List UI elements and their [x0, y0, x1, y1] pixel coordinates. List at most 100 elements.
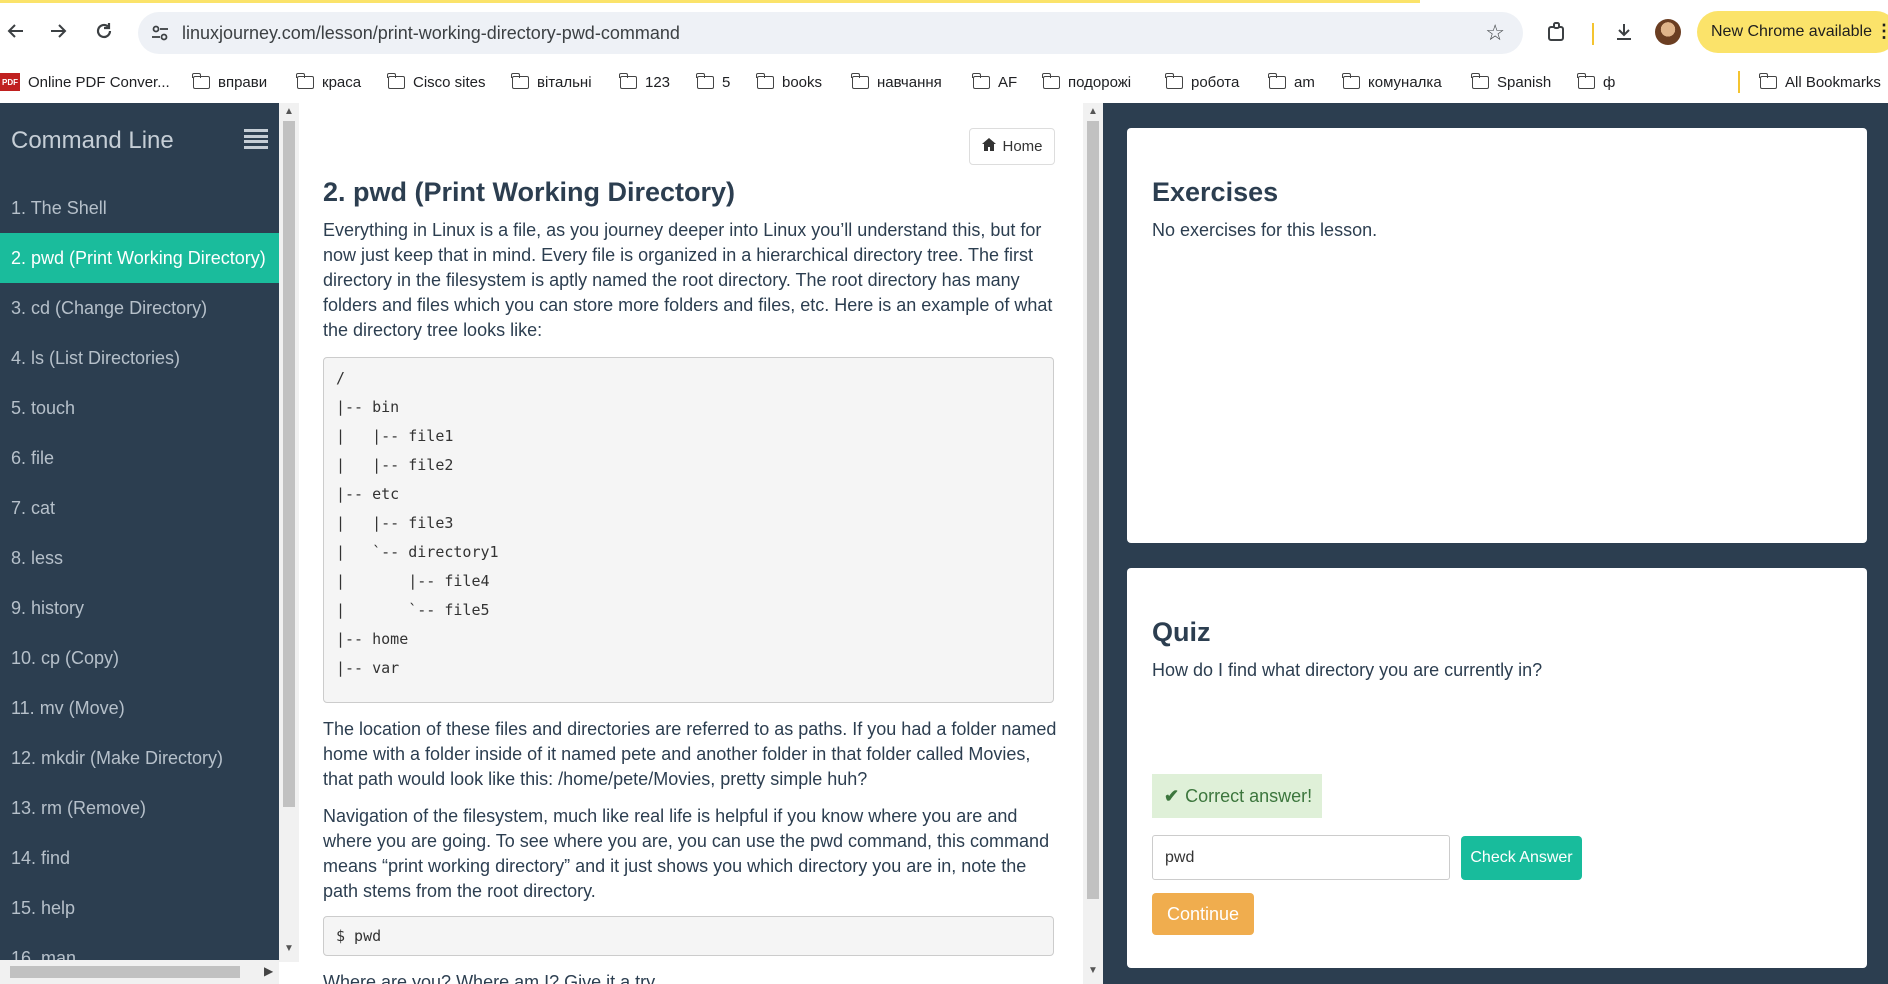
hamburger-menu-icon[interactable] [244, 129, 268, 151]
bookmark-item[interactable]: books [756, 71, 822, 93]
lesson-paths-text: The location of these files and director… [323, 719, 1057, 789]
exercises-title: Exercises [1152, 177, 1279, 207]
bookmark-item[interactable]: вітальні [511, 71, 592, 93]
sidebar-item-ls[interactable]: 4. ls (List Directories) [0, 333, 279, 383]
bookmark-item[interactable]: вправи [192, 71, 267, 93]
sidebar-item-rm[interactable]: 13. rm (Remove) [0, 783, 279, 833]
folder-icon [192, 72, 210, 89]
exercises-text: No exercises for this lesson. [1152, 220, 1378, 240]
checkmark-icon: ✔ [1164, 785, 1180, 806]
sidebar-item-pwd[interactable]: 2. pwd (Print Working Directory) [0, 233, 279, 283]
lesson-content: Home 2. pwd (Print Working Directory) Ev… [299, 103, 1083, 984]
url-text[interactable]: linuxjourney.com/lesson/print-working-di… [182, 23, 680, 44]
lesson-nav-text: Navigation of the filesystem, much like … [323, 806, 1050, 901]
lesson-intro: Everything in Linux is a file, as you jo… [323, 220, 1053, 340]
sidebar-item-history[interactable]: 9. history [0, 583, 279, 633]
update-label: New Chrome available [1711, 23, 1872, 40]
address-bar[interactable]: linuxjourney.com/lesson/print-working-di… [138, 12, 1523, 54]
correct-answer-alert: ✔ Correct answer! [1152, 774, 1322, 818]
check-answer-button[interactable]: Check Answer [1461, 836, 1582, 880]
profile-avatar[interactable] [1655, 19, 1681, 45]
answer-input[interactable] [1152, 835, 1450, 880]
download-icon[interactable] [1609, 17, 1639, 47]
home-icon [981, 137, 997, 156]
directory-tree-code: / |-- bin | |-- file1 | |-- file2 |-- et… [323, 357, 1054, 703]
pdf-icon: PDF [0, 73, 20, 91]
exercises-card: Exercises No exercises for this lesson. [1127, 128, 1867, 543]
command-code: $ pwd [323, 916, 1054, 956]
sidebar-item-help[interactable]: 15. help [0, 883, 279, 933]
lesson-sidebar: Command Line 1. The Shell 2. pwd (Print … [0, 103, 279, 984]
sidebar-item-cat[interactable]: 7. cat [0, 483, 279, 533]
scrollbar-thumb[interactable] [10, 966, 240, 978]
bookmark-item[interactable]: подорожі [1042, 71, 1131, 93]
sidebar-item-cp[interactable]: 10. cp (Copy) [0, 633, 279, 683]
sidebar-item-less[interactable]: 8. less [0, 533, 279, 583]
bookmark-item[interactable]: комуналка [1342, 71, 1442, 93]
sidebar-item-file[interactable]: 6. file [0, 433, 279, 483]
bookmark-item[interactable]: 123 [619, 71, 670, 93]
scroll-up-arrow-icon[interactable]: ▲ [284, 106, 294, 117]
continue-button[interactable]: Continue [1152, 893, 1254, 935]
lesson-vertical-scrollbar[interactable]: ▲ ▼ [1083, 103, 1103, 984]
feedback-text: Correct answer! [1185, 785, 1313, 806]
exercise-panel: Exercises No exercises for this lesson. … [1103, 103, 1888, 984]
sidebar-item-touch[interactable]: 5. touch [0, 383, 279, 433]
reload-icon[interactable] [88, 15, 120, 47]
scrollbar-thumb[interactable] [1087, 121, 1099, 899]
folder-icon [1577, 72, 1595, 89]
sidebar-horizontal-scrollbar[interactable]: ▶ [0, 960, 279, 984]
sidebar-item-mkdir[interactable]: 12. mkdir (Make Directory) [0, 733, 279, 783]
folder-icon [1471, 72, 1489, 89]
directory-tree-text: / |-- bin | |-- file1 | |-- file2 |-- et… [336, 369, 499, 677]
bookmark-item[interactable]: 5 [696, 71, 730, 93]
more-menu-icon[interactable]: ⋮ [1875, 21, 1888, 42]
lesson-title: 2. pwd (Print Working Directory) [323, 177, 736, 207]
folder-icon [1268, 72, 1286, 89]
sidebar-brand[interactable]: Command Line [11, 127, 174, 155]
bookmark-item[interactable]: Spanish [1471, 71, 1551, 93]
scroll-right-arrow-icon[interactable]: ▶ [264, 964, 273, 978]
bookmark-item[interactable]: робота [1165, 71, 1239, 93]
bookmark-item[interactable]: am [1268, 71, 1315, 93]
bookmark-item[interactable]: ф [1577, 71, 1615, 93]
folder-icon [1042, 72, 1060, 89]
bookmark-item[interactable]: PDF Online PDF Conver... [0, 71, 170, 93]
home-button[interactable]: Home [969, 128, 1055, 165]
bookmarks-bar: PDF Online PDF Conver... вправи краса Cis… [0, 61, 1888, 103]
folder-icon [1342, 72, 1360, 89]
bookmark-item[interactable]: краса [296, 71, 361, 93]
lesson-trailing-text: Where are you? Where am I? Give it a try… [323, 972, 659, 984]
quiz-title: Quiz [1152, 617, 1211, 647]
sidebar-item-mv[interactable]: 11. mv (Move) [0, 683, 279, 733]
scroll-down-arrow-icon[interactable]: ▼ [1088, 965, 1098, 976]
sidebar-item-the-shell[interactable]: 1. The Shell [0, 183, 279, 233]
scrollbar-thumb[interactable] [283, 121, 295, 807]
folder-icon [851, 72, 869, 89]
sidebar-vertical-scrollbar[interactable]: ▲ ▼ [279, 103, 299, 962]
site-settings-icon[interactable] [148, 21, 172, 45]
folder-icon [972, 72, 990, 89]
bookmark-item[interactable]: AF [972, 71, 1017, 93]
folder-icon [296, 72, 314, 89]
all-bookmarks-button[interactable]: All Bookmarks [1759, 71, 1881, 93]
folder-icon [1759, 72, 1777, 89]
bookmark-item[interactable]: навчання [851, 71, 942, 93]
home-label: Home [1002, 138, 1043, 155]
folder-icon [1165, 72, 1183, 89]
scroll-up-arrow-icon[interactable]: ▲ [1088, 106, 1098, 117]
chrome-update-button[interactable]: New Chrome available ⋮ [1697, 11, 1888, 53]
scroll-down-arrow-icon[interactable]: ▼ [284, 943, 294, 954]
folder-icon [619, 72, 637, 89]
bookmark-item[interactable]: Cisco sites [387, 71, 486, 93]
quiz-question: How do I find what directory you are cur… [1152, 660, 1543, 680]
sidebar-item-find[interactable]: 14. find [0, 833, 279, 883]
bookmark-star-icon[interactable]: ☆ [1485, 20, 1505, 46]
forward-arrow-icon[interactable] [42, 15, 74, 47]
folder-icon [511, 72, 529, 89]
back-arrow-icon[interactable] [0, 15, 32, 47]
folder-icon [387, 72, 405, 89]
extensions-icon[interactable] [1542, 17, 1572, 47]
sidebar-item-cd[interactable]: 3. cd (Change Directory) [0, 283, 279, 333]
command-text: $ pwd [336, 927, 382, 945]
